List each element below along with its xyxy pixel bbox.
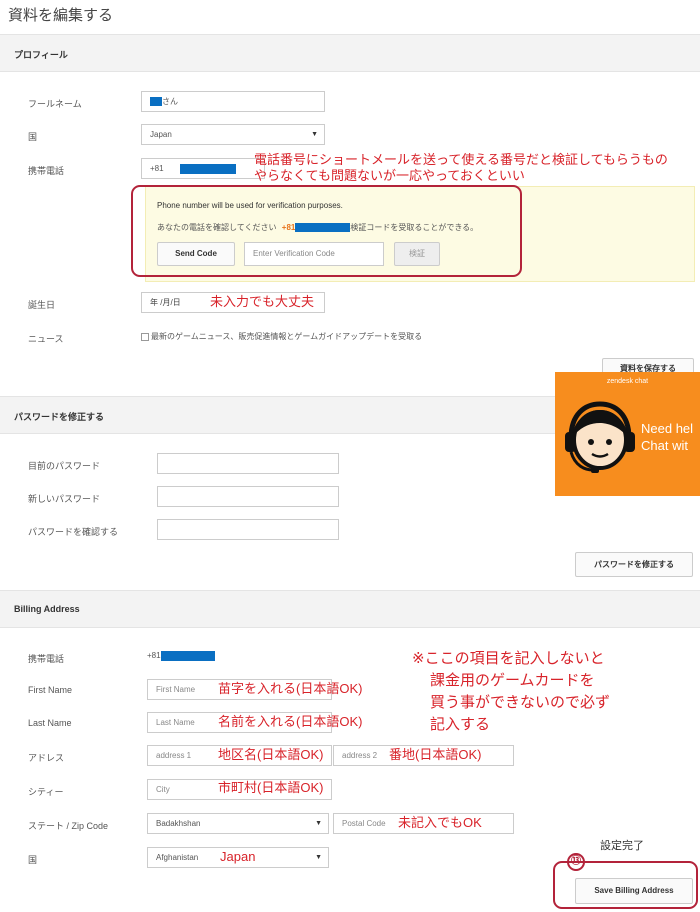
redacted-name xyxy=(150,97,162,107)
page-title: 資料を編集する xyxy=(8,7,114,24)
first-name-annotation: 苗字を入れる(日本語OK) xyxy=(218,681,363,696)
chevron-down-icon: ▼ xyxy=(315,820,322,827)
address1-annotation: 地区名(日本語OK) xyxy=(218,747,324,762)
current-password-input[interactable] xyxy=(157,453,339,474)
zendesk-chat-message: Need hel Chat wit xyxy=(641,420,693,454)
verify-highlight-frame xyxy=(131,185,522,277)
zendesk-line2: Chat wit xyxy=(641,438,688,453)
password-header-label: パスワードを修正する xyxy=(14,412,105,422)
news-checkbox[interactable] xyxy=(141,332,149,341)
billing-country-label: 国 xyxy=(28,855,38,865)
billing-note-line3: 買う事ができないので必ず xyxy=(430,694,611,711)
country-select[interactable]: Japan ▼ xyxy=(141,124,325,145)
address2-annotation: 番地(日本語OK) xyxy=(389,747,482,762)
billing-section-header: Billing Address xyxy=(0,590,700,628)
news-option[interactable]: 最新のゲームニュース、販売促進情報とゲームガイドアップデートを受取る xyxy=(141,331,422,342)
change-password-button[interactable]: パスワードを修正する xyxy=(575,552,693,577)
billing-note-line4: 記入する xyxy=(430,716,491,733)
phone-label: 携帯電話 xyxy=(28,166,65,176)
country-annotation: Japan xyxy=(220,849,256,864)
city-label: シティー xyxy=(28,787,64,797)
zendesk-line1: Need hel xyxy=(641,421,694,436)
billing-phone-prefix: +81 xyxy=(147,651,161,661)
postal-annotation: 未記入でもOK xyxy=(398,815,482,830)
save-billing-address-button[interactable]: Save Billing Address xyxy=(575,878,693,904)
country-select-value: Japan xyxy=(150,130,172,139)
new-password-input[interactable] xyxy=(157,486,339,507)
confirm-password-label: パスワードを確認する xyxy=(28,527,119,537)
news-checkbox-label: 最新のゲームニュース、販売促進情報とゲームガイドアップデートを受取る xyxy=(151,332,423,341)
new-password-label: 新しいパスワード xyxy=(28,494,101,504)
state-select-value: Badakhshan xyxy=(156,819,201,828)
profile-section-header: プロフィール xyxy=(0,34,700,72)
done-annotation: 設定完了 xyxy=(600,840,644,852)
state-zip-label: ステート / Zip Code xyxy=(28,821,109,831)
billing-annotation: ※ここの項目を記入しないと 課金用のゲームカードを 買う事ができないので必ず 記… xyxy=(412,648,610,736)
zendesk-chat-widget[interactable]: zendesk chat Need hel Chat wit xyxy=(555,372,700,496)
full-name-label: フールネーム xyxy=(28,99,82,109)
address-label: アドレス xyxy=(28,753,65,763)
billing-phone-label: 携帯電話 xyxy=(28,654,65,664)
zendesk-chat-title: zendesk chat xyxy=(606,378,649,385)
billing-note-line2: 課金用のゲームカードを xyxy=(430,672,595,689)
city-annotation: 市町村(日本語OK) xyxy=(218,780,324,795)
redacted-phone xyxy=(179,163,236,174)
phone-annotation-line2: やらなくても問題ないが一応やっておくといい xyxy=(254,168,525,183)
chevron-down-icon: ▼ xyxy=(311,131,318,138)
billing-header-label: Billing Address xyxy=(14,604,80,614)
redacted-billing-phone xyxy=(160,651,215,661)
news-label: ニュース xyxy=(28,334,64,344)
full-name-value: さん xyxy=(162,97,178,106)
headset-agent-icon xyxy=(565,401,635,473)
current-password-label: 目前のパスワード xyxy=(28,461,101,471)
billing-note-line1: ※ここの項目を記入しないと xyxy=(412,650,605,667)
phone-annotation-line1: 電話番号にショートメールを送って使える番号だと検証してもらうもの xyxy=(254,152,668,167)
country-label: 国 xyxy=(28,132,38,142)
full-name-input[interactable]: さん xyxy=(141,91,325,112)
phone-input[interactable]: +81 xyxy=(141,158,265,179)
billing-country-value: Afghanistan xyxy=(156,853,199,862)
phone-prefix: +81 xyxy=(150,164,164,173)
confirm-password-input[interactable] xyxy=(157,519,339,540)
first-name-label: First Name xyxy=(28,685,73,695)
profile-header-label: プロフィール xyxy=(14,50,68,60)
state-select[interactable]: Badakhshan ▼ xyxy=(147,813,329,834)
chevron-down-icon: ▼ xyxy=(315,854,322,861)
last-name-label: Last Name xyxy=(28,718,72,728)
billing-phone-value: +81 xyxy=(147,651,215,661)
birthday-label: 誕生日 xyxy=(28,300,56,310)
birthday-annotation: 未入力でも大丈夫 xyxy=(210,294,315,309)
birthday-placeholder: 年 /月/日 xyxy=(150,298,181,307)
last-name-annotation: 名前を入れる(日本語OK) xyxy=(218,714,363,729)
